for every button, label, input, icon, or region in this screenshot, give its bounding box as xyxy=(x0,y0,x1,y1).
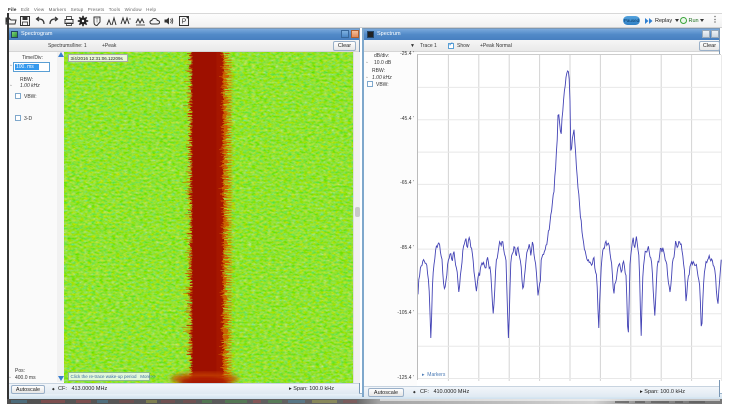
svg-text:v: v xyxy=(129,16,131,21)
svg-text:P: P xyxy=(181,18,186,25)
svg-text:T: T xyxy=(96,18,99,24)
